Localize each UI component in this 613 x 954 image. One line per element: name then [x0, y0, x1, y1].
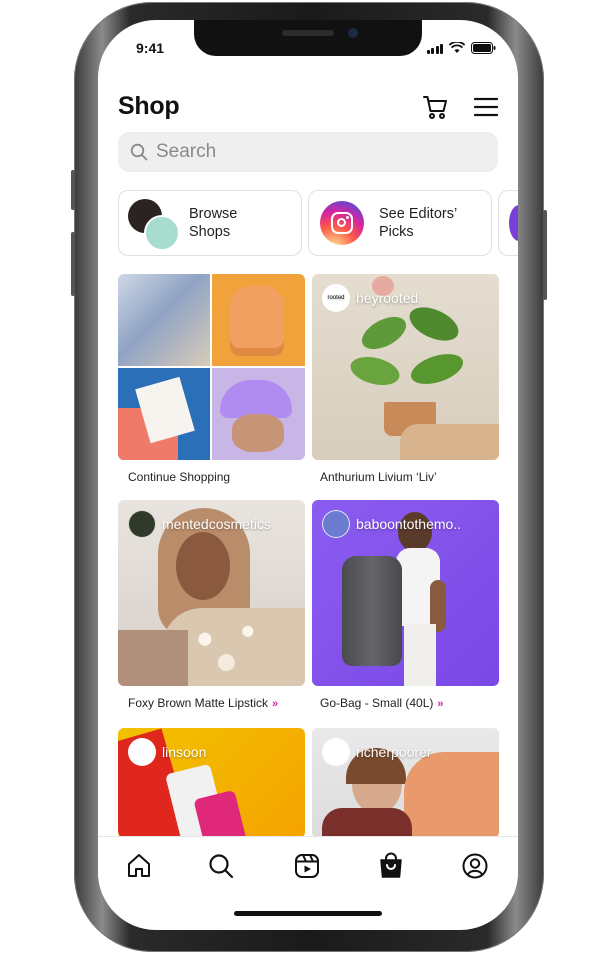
shop-handle-name: richerpoorer	[356, 744, 432, 760]
shop-avatar	[128, 510, 156, 538]
menu-icon[interactable]	[474, 96, 498, 118]
status-icons	[426, 42, 497, 54]
home-indicator[interactable]	[234, 911, 382, 916]
shop-handle[interactable]: baboontothemo..	[322, 510, 461, 538]
shop-avatar	[128, 738, 156, 766]
browse-shops-label: Browse Shops	[189, 206, 238, 240]
speaker	[282, 30, 334, 36]
bottom-tab-bar	[98, 836, 518, 896]
backpack	[342, 556, 402, 666]
home-icon	[128, 854, 150, 877]
chevron-double-right-icon: »	[437, 698, 444, 710]
person-shirt	[322, 808, 412, 838]
search-icon	[130, 143, 148, 161]
wifi-icon	[449, 42, 465, 53]
shop-avatar	[322, 510, 350, 538]
cellular-signal-icon	[426, 44, 443, 54]
tile-caption: Go-Bag - Small (40L)»	[320, 696, 444, 710]
product-thumbnail	[212, 274, 305, 366]
more-chip[interactable]	[498, 190, 518, 256]
nail-polish-bottle	[193, 789, 249, 838]
profile-icon	[462, 853, 488, 879]
shop-handle-name: heyrooted	[356, 290, 419, 306]
app-header: Shop	[118, 90, 500, 124]
side-button	[543, 210, 547, 300]
quick-links: Browse Shops See Editors’ Picks	[118, 190, 518, 256]
plant-leaf	[407, 348, 467, 390]
tab-search[interactable]	[206, 851, 236, 881]
instagram-logo-icon	[320, 201, 364, 245]
status-time: 9:41	[136, 40, 165, 56]
tile-caption: Anthurium Livium ‘Liv’	[320, 470, 437, 484]
shop-handle[interactable]: richerpoorer	[322, 738, 431, 766]
reels-icon	[295, 854, 319, 878]
plant-leaf	[356, 310, 412, 356]
side-button	[71, 232, 75, 296]
hand	[400, 424, 499, 460]
body	[118, 630, 188, 686]
product-tile-lipstick[interactable]: mentedcosmetics	[118, 500, 305, 686]
shop-avatar	[322, 738, 350, 766]
person-face	[176, 532, 230, 600]
product-tile-anthurium[interactable]: rooted heyrooted	[312, 274, 499, 460]
product-tile-linsoon[interactable]: linsoon	[118, 728, 305, 838]
product-thumbnail	[212, 368, 305, 460]
shop-handle-name: mentedcosmetics	[162, 516, 271, 532]
shop-avatar	[144, 215, 180, 251]
shop-handle[interactable]: mentedcosmetics	[128, 510, 271, 538]
camera	[348, 28, 358, 38]
chevron-double-right-icon: »	[272, 698, 279, 710]
shop-icon	[380, 852, 402, 878]
shop-avatar: rooted	[322, 284, 350, 312]
search-icon	[209, 854, 234, 879]
tile-caption: Continue Shopping	[128, 470, 231, 484]
continue-shopping-tile[interactable]	[118, 274, 305, 460]
product-tile-gobag[interactable]: baboontothemo..	[312, 500, 499, 686]
product-thumbnail	[118, 274, 210, 366]
notch	[194, 20, 422, 56]
shop-handle-name: baboontothemo..	[356, 516, 462, 532]
browse-shops-chip[interactable]: Browse Shops	[118, 190, 302, 256]
search-placeholder: Search	[156, 141, 217, 162]
shop-handle-name: linsoon	[162, 744, 207, 760]
shop-handle[interactable]: linsoon	[128, 738, 206, 766]
tab-reels[interactable]	[292, 851, 322, 881]
tab-profile[interactable]	[460, 851, 490, 881]
person-legs	[404, 624, 436, 686]
product-thumbnail	[118, 368, 210, 460]
side-button	[71, 170, 75, 210]
tile-caption: Foxy Brown Matte Lipstick»	[128, 696, 279, 710]
editors-picks-label: See Editors’ Picks	[379, 206, 458, 240]
editors-picks-chip[interactable]: See Editors’ Picks	[308, 190, 492, 256]
page-title: Shop	[118, 92, 180, 120]
tab-home[interactable]	[124, 851, 154, 881]
shop-handle[interactable]: rooted heyrooted	[322, 284, 418, 312]
tab-shop[interactable]	[376, 851, 406, 881]
search-input[interactable]: Search	[118, 132, 498, 172]
product-tile-richerpoorer[interactable]: richerpoorer	[312, 728, 499, 838]
battery-icon	[471, 42, 496, 54]
phone-screen: 9:41 Shop Search Browse Shops See Editor…	[98, 20, 518, 930]
plant-leaf	[347, 352, 403, 390]
cart-icon[interactable]	[422, 94, 448, 120]
